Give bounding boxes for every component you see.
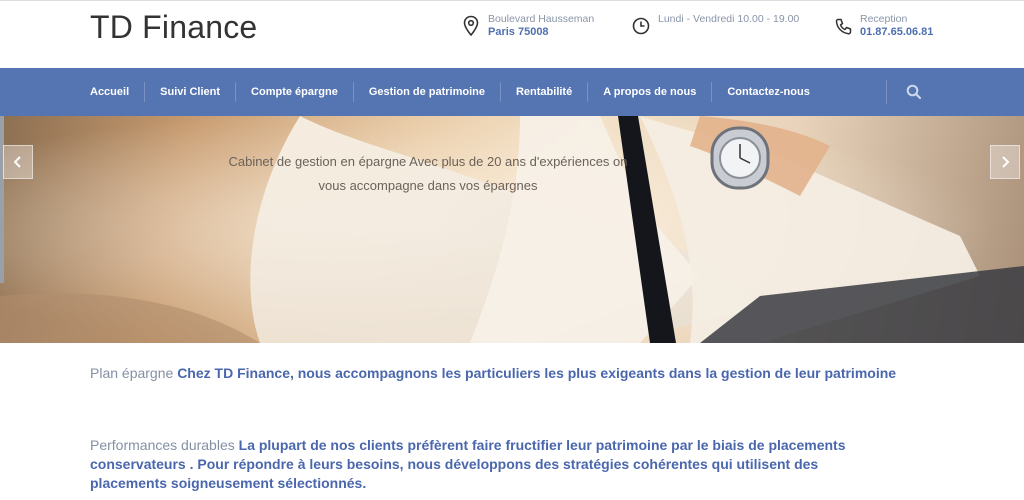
- intro-text: Chez TD Finance, nous accompagnons les p…: [177, 365, 897, 381]
- site-header: TD Finance Boulevard Hausseman Paris 750…: [0, 0, 1024, 68]
- slider-prev-button[interactable]: [3, 145, 33, 179]
- nav-item-rentabilite[interactable]: Rentabilité: [501, 82, 589, 102]
- nav-item-gestion-patrimoine[interactable]: Gestion de patrimoine: [354, 82, 501, 102]
- chevron-left-icon: [13, 156, 21, 168]
- nav-item-suivi-client[interactable]: Suivi Client: [145, 82, 237, 102]
- header-address: Boulevard Hausseman Paris 75008: [462, 13, 594, 39]
- search-icon[interactable]: [905, 83, 923, 101]
- phone-label: Reception: [860, 13, 908, 25]
- performance-kicker: Performances durables: [90, 437, 235, 453]
- hero-caption: Cabinet de gestion en épargne Avec plus …: [228, 154, 628, 193]
- intro-paragraph: Plan épargne Chez TD Finance, nous accom…: [90, 364, 950, 383]
- nav-item-contact[interactable]: Contactez-nous: [712, 82, 825, 102]
- intro-kicker: Plan épargne: [90, 365, 174, 381]
- nav-items: Accueil Suivi Client Compte épargne Gest…: [75, 68, 825, 116]
- nav-item-accueil[interactable]: Accueil: [75, 82, 146, 102]
- slider-edge: [0, 116, 4, 283]
- performance-paragraph: Performances durables La plupart de nos …: [90, 436, 890, 493]
- hero-slider: Cabinet de gestion en épargne Avec plus …: [0, 116, 1024, 343]
- header-hours: Lundi - Vendredi 10.00 - 19.00: [632, 13, 799, 37]
- site-logo[interactable]: TD Finance: [90, 9, 257, 46]
- slider-next-button[interactable]: [990, 145, 1020, 179]
- main-nav: Accueil Suivi Client Compte épargne Gest…: [0, 68, 1024, 116]
- address-city: Paris 75008: [488, 26, 549, 38]
- phone-icon: [835, 18, 852, 35]
- nav-item-a-propos[interactable]: A propos de nous: [588, 82, 713, 102]
- nav-item-compte-epargne[interactable]: Compte épargne: [236, 82, 354, 102]
- clock-icon: [632, 17, 650, 35]
- phone-number[interactable]: 01.87.65.06.81: [860, 26, 933, 39]
- opening-hours: Lundi - Vendredi 10.00 - 19.00: [658, 13, 800, 25]
- chevron-right-icon: [1002, 156, 1010, 168]
- header-phone: Reception 01.87.65.06.81: [834, 13, 933, 39]
- nav-divider: [886, 80, 887, 104]
- map-pin-icon: [463, 15, 479, 37]
- address-street: Boulevard Hausseman: [488, 13, 595, 25]
